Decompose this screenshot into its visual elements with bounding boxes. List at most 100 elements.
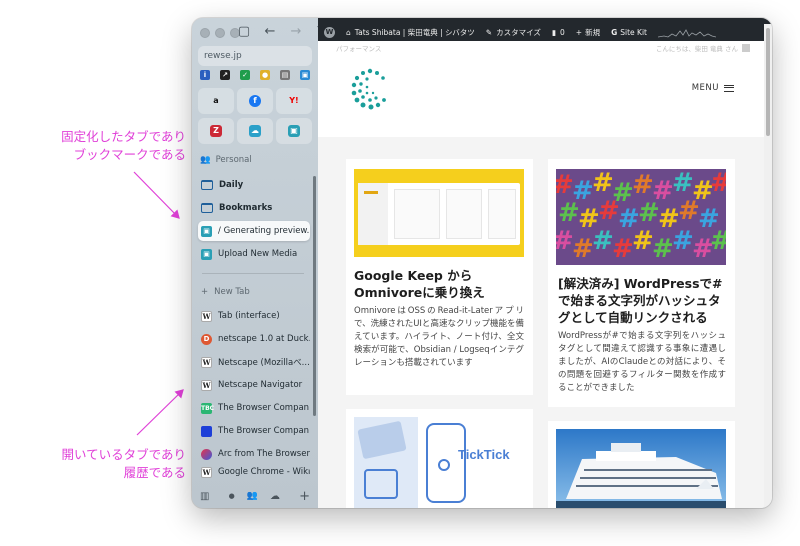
- folder-label: Daily: [219, 180, 244, 190]
- check-icon[interactable]: ✓: [240, 70, 250, 80]
- sidebar-tab[interactable]: W Tab (interface): [198, 306, 310, 326]
- sidebar-folder-bookmarks[interactable]: Bookmarks: [198, 198, 310, 218]
- window-controls: [200, 28, 240, 38]
- media-icon: ▣: [288, 125, 300, 137]
- upload-cloud-icon: ☁: [249, 125, 261, 137]
- admin-sitekit[interactable]: G Site Kit: [611, 28, 647, 37]
- space-label: Personal: [215, 155, 252, 165]
- site-name-label: Tats Shibata | 柴田竜典 | シバタツ: [354, 28, 475, 37]
- post-card[interactable]: Google Keep からOmnivoreに乗り換え OmnivoreはOSS…: [346, 159, 533, 395]
- google-icon: G: [611, 28, 618, 37]
- admin-customize[interactable]: ✎ カスタマイズ: [486, 27, 541, 38]
- info-icon[interactable]: i: [200, 70, 210, 80]
- expand-icon[interactable]: ↗: [220, 70, 230, 80]
- archive-icon[interactable]: ▥: [200, 491, 209, 502]
- tab-label: Tab (interface): [218, 311, 280, 321]
- sitekit-sparkline: [657, 28, 716, 37]
- post-excerpt: WordPressが#で始まる文字列をハッシュタグとして間違えて認識する事象に遭…: [558, 331, 726, 393]
- wordpress-icon[interactable]: W: [324, 27, 335, 38]
- space-dot[interactable]: ●: [229, 492, 235, 500]
- people-icon: 👥: [200, 155, 211, 165]
- svg-text:#: #: [710, 226, 726, 256]
- sidebar-footer: ▥ ● 👥 ☁ +: [192, 484, 318, 508]
- admin-comments[interactable]: ▮ 0: [552, 28, 565, 37]
- sidebar-folder-daily[interactable]: Daily: [198, 175, 310, 195]
- people-icon[interactable]: 👥: [247, 491, 258, 501]
- pinned-grid: a f Y! Z ☁ ▣: [198, 88, 312, 144]
- wikipedia-icon: W: [201, 310, 212, 322]
- tab-label: netscape 1.0 at Duck...: [218, 334, 310, 344]
- minimize-window-button[interactable]: [215, 28, 225, 38]
- wikipedia-icon: W: [201, 379, 212, 391]
- subbar-greeting[interactable]: こんにちは、柴田 竜典 さん: [656, 43, 750, 53]
- wikipedia-icon: W: [201, 356, 212, 368]
- page-scrollbar-thumb[interactable]: [766, 28, 770, 136]
- svg-text:#: #: [632, 226, 654, 256]
- sidebar-tab-generating-preview[interactable]: ▣ / Generating preview...: [198, 221, 310, 241]
- wp-sub-bar: パフォーマンス こんにちは、柴田 竜典 さん: [318, 41, 764, 55]
- sidebar-tab-upload-media[interactable]: ▣ Upload New Media: [198, 244, 310, 264]
- sidebar: ▢ ← → ↻ rewse.jp i ↗ ✓ ● ▤ ▣ a f Y! Z ☁ …: [192, 18, 327, 508]
- admin-site-name[interactable]: ⌂ Tats Shibata | 柴田竜典 | シバタツ: [346, 27, 475, 38]
- pin-facebook[interactable]: f: [237, 88, 273, 114]
- pin-yahoo[interactable]: Y!: [276, 88, 312, 114]
- post-card[interactable]: ### ### ### ### ### ## ### ### ### [解決済み…: [548, 159, 735, 407]
- menu-button[interactable]: MENU: [692, 83, 734, 93]
- folder-label: Bookmarks: [219, 203, 273, 213]
- post-thumbnail: TickTick: [354, 417, 524, 508]
- svg-text:#: #: [632, 170, 654, 200]
- doc-icon[interactable]: ▤: [280, 70, 290, 80]
- window-icon[interactable]: ▣: [300, 70, 310, 80]
- arc-icon: [201, 448, 212, 460]
- post-title[interactable]: Google Keep からOmnivoreに乗り換え: [354, 267, 524, 301]
- sidebar-tab[interactable]: The Browser Compan...: [198, 421, 310, 441]
- post-card[interactable]: [548, 421, 735, 508]
- plus-icon: +: [575, 28, 583, 37]
- wikipedia-icon: W: [201, 467, 212, 478]
- sidebar-tab[interactable]: W Netscape Navigator: [198, 375, 310, 395]
- post-thumbnail: ### ### ### ### ### ## ### ### ###: [556, 169, 726, 265]
- subbar-left[interactable]: パフォーマンス: [336, 43, 381, 53]
- new-tab-button[interactable]: + New Tab: [201, 287, 250, 297]
- new-tab-label: New Tab: [214, 287, 250, 297]
- sidebar-tab[interactable]: W Netscape (Mozillaべ...: [198, 352, 310, 372]
- space-switcher: ● 👥 ☁: [229, 491, 280, 502]
- post-card[interactable]: TickTick: [346, 409, 533, 508]
- brush-icon: ✎: [485, 28, 493, 37]
- svg-text:#: #: [652, 234, 674, 264]
- pin-zotero[interactable]: Z: [198, 118, 234, 144]
- zotero-icon: Z: [210, 125, 222, 137]
- svg-text:#: #: [598, 196, 620, 226]
- close-window-button[interactable]: [200, 28, 210, 38]
- favorites-row: i ↗ ✓ ● ▤ ▣: [198, 70, 312, 84]
- add-space-icon[interactable]: +: [299, 489, 310, 504]
- sidebar-scrollbar[interactable]: [313, 176, 316, 416]
- url-bar[interactable]: rewse.jp: [198, 46, 312, 66]
- home-icon: ⌂: [346, 28, 351, 37]
- folder-icon: [201, 203, 213, 213]
- coin-icon[interactable]: ●: [260, 70, 270, 80]
- pin-media[interactable]: ▣: [276, 118, 312, 144]
- tab-label: Netscape Navigator: [218, 380, 303, 390]
- post-text: [解決済み] WordPressで#で始まる文字列がハッシュタグとして自動リンク…: [558, 275, 726, 395]
- annotation-line: 開いているタブであり: [61, 447, 186, 462]
- sidebar-tab[interactable]: D netscape 1.0 at Duck...: [198, 329, 310, 349]
- amazon-icon: a: [213, 96, 219, 105]
- sidebar-tab[interactable]: Arc from The Browser...: [198, 444, 310, 464]
- pin-upload[interactable]: ☁: [237, 118, 273, 144]
- annotation-line: ブックマークである: [73, 147, 186, 162]
- back-button[interactable]: ←: [262, 23, 278, 41]
- sidebar-toggle-icon[interactable]: ▢: [236, 23, 252, 41]
- sidebar-tab[interactable]: W Google Chrome - Wiki...: [198, 467, 310, 481]
- site-logo[interactable]: [346, 65, 394, 113]
- annotation-line: 履歴である: [123, 465, 186, 480]
- forward-button[interactable]: →: [288, 23, 304, 41]
- cloud-icon[interactable]: ☁: [270, 491, 280, 502]
- tab-label: Arc from The Browser...: [218, 449, 310, 459]
- sidebar-tab[interactable]: TBC The Browser Compan...: [198, 398, 310, 418]
- pin-amazon[interactable]: a: [198, 88, 234, 114]
- sitekit-label: Site Kit: [620, 28, 647, 37]
- page-scrollbar[interactable]: [764, 24, 772, 508]
- admin-new[interactable]: + 新規: [576, 27, 600, 38]
- post-title[interactable]: [解決済み] WordPressで#で始まる文字列がハッシュタグとして自動リンク…: [558, 275, 726, 326]
